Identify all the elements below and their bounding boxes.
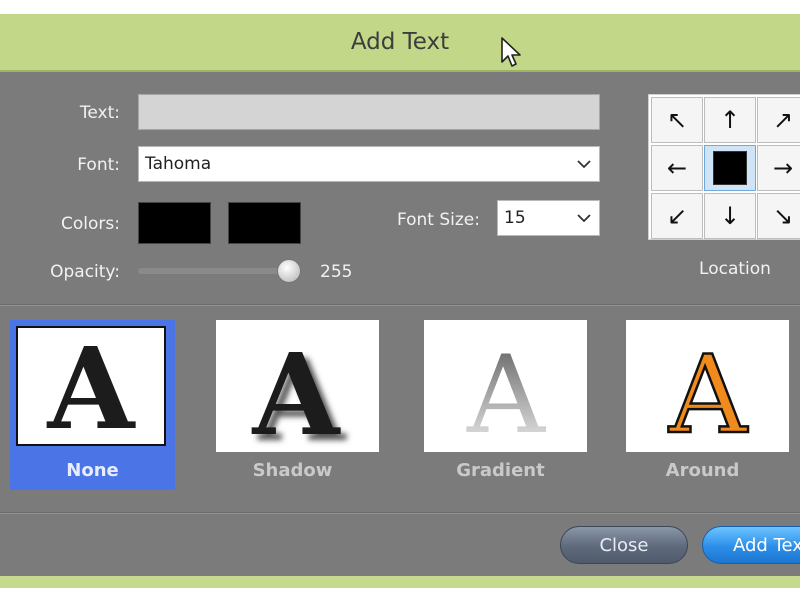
add-text-dialog: Add Text Text: Font: Tahoma Colors: Font… [0, 14, 800, 588]
style-label-around: Around [665, 460, 740, 481]
arrow-top-left-icon: ↖ [666, 106, 688, 134]
letter-a-gradient-icon: A [466, 333, 547, 452]
colors-label: Colors: [61, 214, 120, 234]
font-label: Font: [77, 155, 120, 175]
location-bottom-button[interactable]: ↓ [704, 193, 756, 239]
center-square-icon [713, 151, 747, 185]
location-right-button[interactable]: → [757, 145, 800, 191]
chevron-down-icon [577, 214, 591, 223]
opacity-label: Opacity: [50, 262, 120, 282]
style-option-around[interactable]: A Around [620, 320, 789, 490]
svg-text:A: A [668, 333, 749, 452]
style-preview-shadow: A A [216, 320, 379, 452]
arrow-bottom-left-icon: ↙ [666, 202, 688, 230]
arrow-top-icon: ↑ [719, 106, 741, 134]
style-preview-around: A [626, 320, 789, 452]
style-preview-none: A [16, 326, 166, 446]
opacity-slider-thumb[interactable] [277, 259, 302, 283]
svg-text:A: A [466, 333, 547, 452]
opacity-value: 255 [320, 262, 353, 282]
footer-divider [0, 512, 800, 514]
dialog-title: Add Text [350, 29, 450, 55]
svg-text:A: A [47, 328, 137, 444]
location-left-button[interactable]: ← [651, 145, 703, 191]
location-grid: ↖ ↑ ↗ ← → ↙ ↓ ↘ [648, 94, 800, 240]
style-label-shadow: Shadow [252, 460, 333, 481]
opacity-slider[interactable] [138, 259, 302, 283]
style-label-gradient: Gradient [456, 460, 545, 481]
letter-a-shadow-icon: A A [252, 330, 348, 452]
add-text-button[interactable]: Add Text [702, 526, 800, 564]
font-size-select[interactable]: 15 [497, 200, 600, 236]
text-input[interactable] [138, 94, 600, 130]
style-preview-gradient: A [424, 320, 587, 452]
opacity-slider-fill [138, 268, 289, 274]
font-size-label: Font Size: [396, 210, 480, 230]
location-top-button[interactable]: ↑ [704, 97, 756, 143]
mouse-cursor-icon [501, 37, 521, 67]
location-label: Location [699, 259, 771, 279]
arrow-left-icon: ← [666, 154, 688, 182]
primary-color-swatch[interactable] [138, 202, 211, 244]
arrow-bottom-icon: ↓ [719, 202, 741, 230]
letter-a-outline-icon: A [667, 332, 751, 452]
arrow-bottom-right-icon: ↘ [772, 202, 794, 230]
font-select-value: Tahoma [145, 154, 212, 174]
chevron-down-icon [577, 160, 591, 169]
location-center-button[interactable] [704, 145, 756, 191]
location-top-left-button[interactable]: ↖ [651, 97, 703, 143]
arrow-right-icon: → [772, 154, 794, 182]
style-option-none[interactable]: A None [10, 320, 175, 490]
style-label-none: None [66, 460, 119, 481]
section-divider [0, 304, 800, 306]
arrow-top-right-icon: ↗ [772, 106, 794, 134]
letter-a-plain-icon: A [47, 328, 137, 444]
font-size-value: 15 [504, 208, 526, 228]
style-option-shadow[interactable]: A A Shadow [210, 320, 379, 490]
font-select[interactable]: Tahoma [138, 146, 600, 182]
secondary-color-swatch[interactable] [228, 202, 301, 244]
close-button[interactable]: Close [560, 526, 688, 564]
title-bar[interactable]: Add Text [0, 14, 800, 72]
location-bottom-right-button[interactable]: ↘ [757, 193, 800, 239]
style-option-gradient[interactable]: A Gradient [418, 320, 587, 490]
location-bottom-left-button[interactable]: ↙ [651, 193, 703, 239]
text-label: Text: [79, 103, 120, 123]
location-top-right-button[interactable]: ↗ [757, 97, 800, 143]
svg-text:A: A [252, 330, 342, 452]
